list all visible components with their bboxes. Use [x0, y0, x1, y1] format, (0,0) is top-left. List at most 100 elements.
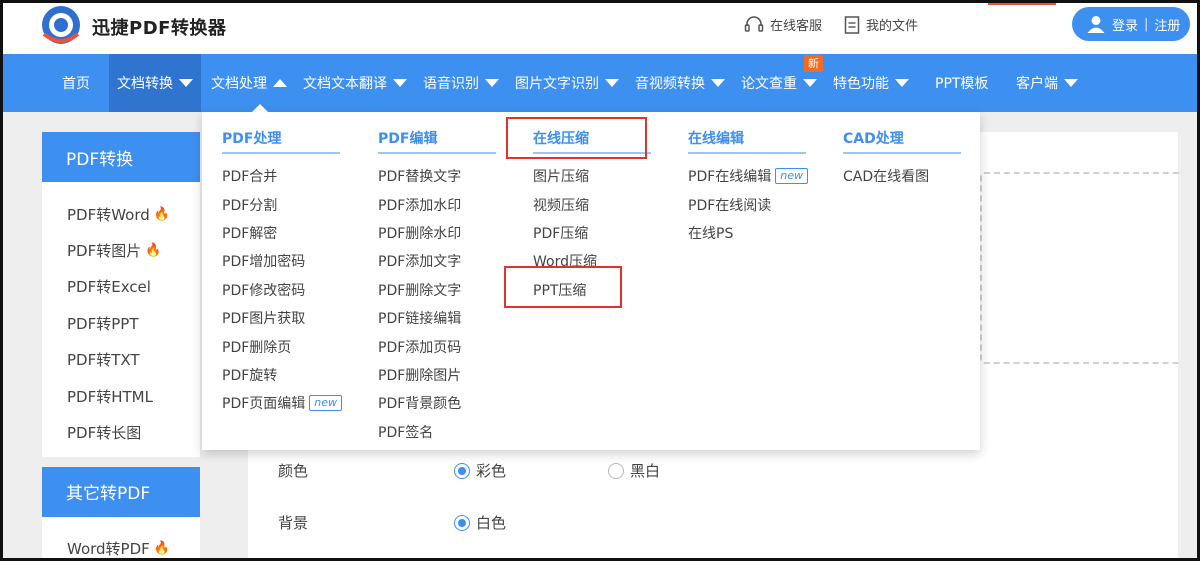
menu-item-video-compress[interactable]: 视频压缩 — [533, 190, 651, 218]
caret-down-icon — [895, 79, 909, 87]
login-link[interactable]: 登录 — [1112, 15, 1138, 34]
menu-item-image-compress[interactable]: 图片压缩 — [533, 162, 651, 190]
sidebar-item-pdf-to-ppt[interactable]: PDF转PPT — [42, 305, 200, 341]
menu-item-word-compress[interactable]: Word压缩 — [533, 247, 651, 275]
nav-label: 论文查重 — [741, 76, 797, 92]
menu-item-pdf-add-password[interactable]: PDF增加密码 — [222, 247, 340, 275]
background-option-row: 背景 白色 — [278, 512, 506, 533]
nav-label: 图片文字识别 — [515, 76, 599, 92]
white-bg-option-label[interactable]: 白色 — [476, 512, 506, 533]
menu-item-pdf-add-watermark[interactable]: PDF添加水印 — [378, 190, 496, 218]
caret-down-icon — [605, 79, 619, 87]
sidebar-item-pdf-to-excel[interactable]: PDF转Excel — [42, 269, 200, 305]
menu-item-pdf-delete-pages[interactable]: PDF删除页 — [222, 332, 340, 360]
menu-column-online-edit: 在线编辑 PDF在线编辑 new PDF在线阅读 在线PS — [688, 128, 809, 247]
menu-item-pdf-background-color[interactable]: PDF背景颜色 — [378, 389, 496, 417]
app-logo-icon[interactable] — [40, 4, 82, 46]
sidebar-group-other-to-pdf[interactable]: 其它转PDF — [42, 466, 200, 517]
menu-item-label: PDF增加密码 — [222, 254, 306, 271]
menu-item-label: PDF在线阅读 — [688, 197, 772, 214]
nav-client[interactable]: 客户端 — [1016, 54, 1078, 112]
doc-process-dropdown: PDF处理 PDF合并 PDF分割 PDF解密 PDF增加密码 PDF修改密码 … — [202, 104, 980, 450]
bw-option-label[interactable]: 黑白 — [630, 460, 660, 481]
radio-color-selected[interactable] — [454, 462, 470, 479]
menu-column-title: PDF处理 — [222, 128, 340, 154]
menu-item-pdf-split[interactable]: PDF分割 — [222, 190, 340, 218]
menu-item-pdf-link-edit[interactable]: PDF链接编辑 — [378, 304, 496, 332]
color-label: 颜色 — [278, 462, 309, 480]
sidebar-group-pdf-convert[interactable]: PDF转换 — [42, 132, 200, 182]
upload-dropzone[interactable] — [980, 172, 1180, 364]
caret-down-icon — [485, 79, 499, 87]
menu-item-label: 视频压缩 — [533, 197, 589, 214]
menu-item-pdf-replace-text[interactable]: PDF替换文字 — [378, 162, 496, 190]
menu-item-pdf-remove-watermark[interactable]: PDF删除水印 — [378, 219, 496, 247]
nav-ppt-templates[interactable]: PPT模板 — [935, 54, 988, 112]
menu-item-label: PDF删除水印 — [378, 225, 462, 242]
menu-item-pdf-delete-text[interactable]: PDF删除文字 — [378, 276, 496, 304]
background-label: 背景 — [278, 514, 309, 532]
sidebar-item-label: PDF转PPT — [67, 314, 139, 333]
sidebar-item-pdf-to-word[interactable]: PDF转Word 🔥 — [42, 196, 200, 232]
menu-column-items: PDF替换文字 PDF添加水印 PDF删除水印 PDF添加文字 PDF删除文字 … — [378, 154, 496, 446]
radio-white-bg-selected[interactable] — [454, 514, 470, 531]
menu-item-label: PDF添加水印 — [378, 197, 462, 214]
menu-item-label: PDF分割 — [222, 197, 278, 214]
sidebar-item-pdf-to-long-image[interactable]: PDF转长图 — [42, 414, 200, 450]
nav-image-ocr[interactable]: 图片文字识别 — [515, 54, 619, 112]
menu-item-pdf-decrypt[interactable]: PDF解密 — [222, 219, 340, 247]
online-support-link[interactable]: 在线客服 — [744, 15, 822, 34]
menu-item-ppt-compress[interactable]: PPT压缩 — [533, 276, 651, 304]
menu-item-pdf-rotate[interactable]: PDF旋转 — [222, 361, 340, 389]
menu-column-items: CAD在线看图 — [843, 154, 961, 190]
menu-item-pdf-change-password[interactable]: PDF修改密码 — [222, 276, 340, 304]
menu-item-pdf-extract-images[interactable]: PDF图片获取 — [222, 304, 340, 332]
menu-item-label: PDF删除文字 — [378, 282, 462, 299]
menu-column-title: PDF编辑 — [378, 128, 496, 154]
menu-item-pdf-online-read[interactable]: PDF在线阅读 — [688, 190, 806, 218]
nav-doc-convert[interactable]: 文档转换 — [109, 54, 201, 112]
menu-item-pdf-signature[interactable]: PDF签名 — [378, 418, 496, 446]
menu-column-cad-process: CAD处理 CAD在线看图 — [843, 128, 961, 190]
menu-item-pdf-add-text[interactable]: PDF添加文字 — [378, 247, 496, 275]
nav-av-convert[interactable]: 音视频转换 — [635, 54, 725, 112]
sidebar-item-word-to-pdf[interactable]: Word转PDF 🔥 — [42, 531, 200, 561]
nav-speech-recognition[interactable]: 语音识别 — [423, 54, 499, 112]
nav-home[interactable]: 首页 — [48, 54, 104, 112]
brand-name[interactable]: 迅捷PDF转换器 — [92, 14, 226, 40]
menu-item-pdf-page-edit[interactable]: PDF页面编辑 new — [222, 389, 343, 417]
new-tag: new — [309, 395, 343, 412]
menu-item-pdf-compress[interactable]: PDF压缩 — [533, 219, 651, 247]
radio-bw[interactable] — [608, 462, 624, 479]
caret-down-icon — [711, 79, 725, 87]
menu-item-pdf-add-page-numbers[interactable]: PDF添加页码 — [378, 332, 496, 360]
my-files-link[interactable]: 我的文件 — [844, 15, 918, 34]
menu-item-pdf-delete-images[interactable]: PDF删除图片 — [378, 361, 496, 389]
sidebar-item-pdf-to-image[interactable]: PDF转图片 🔥 — [42, 232, 200, 268]
login-register-button[interactable]: 登录 | 注册 — [1072, 7, 1190, 41]
nav-label: 音视频转换 — [635, 76, 705, 92]
register-link[interactable]: 注册 — [1154, 15, 1180, 34]
nav-doc-translate[interactable]: 文档文本翻译 — [303, 54, 407, 112]
menu-item-label: PDF添加文字 — [378, 254, 462, 271]
sidebar-item-label: PDF转Word — [67, 205, 150, 224]
nav-label: 文档文本翻译 — [303, 76, 387, 92]
menu-item-online-ps[interactable]: 在线PS — [688, 219, 806, 247]
menu-item-label: PDF签名 — [378, 424, 434, 441]
menu-column-title: 在线压缩 — [533, 128, 651, 154]
login-separator: | — [1144, 16, 1149, 32]
menu-item-cad-online-view[interactable]: CAD在线看图 — [843, 162, 961, 190]
caret-down-icon — [803, 79, 817, 87]
online-support-label: 在线客服 — [770, 19, 823, 34]
color-option-label[interactable]: 彩色 — [476, 460, 608, 481]
menu-item-pdf-online-edit[interactable]: PDF在线编辑 new — [688, 162, 809, 190]
caret-down-icon — [179, 79, 193, 87]
sidebar-item-pdf-to-html[interactable]: PDF转HTML — [42, 378, 200, 414]
sidebar-item-pdf-to-txt[interactable]: PDF转TXT — [42, 342, 200, 378]
main-nav: 首页 文档转换 文档处理 文档文本翻译 语音识别 图片文字识别 音视频转换 论文… — [0, 54, 1200, 112]
nav-label: 首页 — [62, 76, 90, 92]
nav-doc-process[interactable]: 文档处理 — [211, 54, 287, 112]
menu-item-pdf-merge[interactable]: PDF合并 — [222, 162, 340, 190]
menu-item-label: PDF链接编辑 — [378, 311, 462, 328]
nav-features[interactable]: 特色功能 — [833, 54, 909, 112]
